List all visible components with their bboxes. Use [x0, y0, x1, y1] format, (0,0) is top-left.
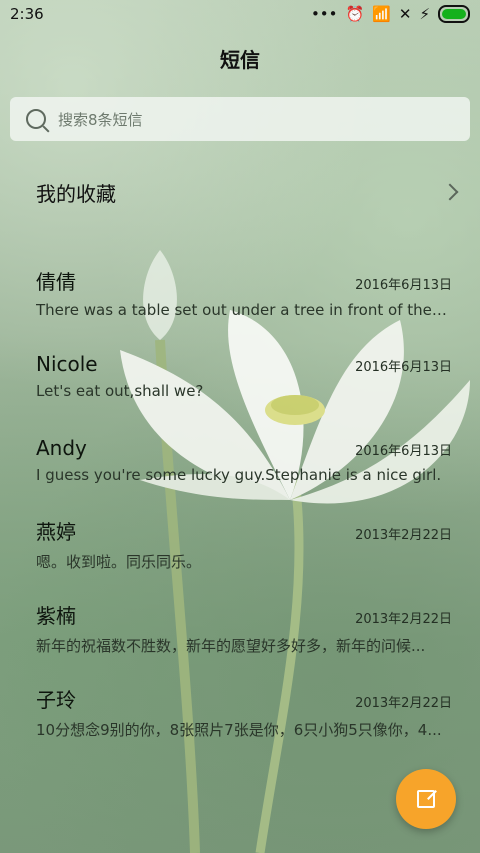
status-time: 2:36: [10, 5, 44, 23]
compose-icon: [417, 790, 435, 808]
conversation-date: 2016年6月13日: [355, 277, 452, 293]
favorites-label: 我的收藏: [36, 181, 116, 206]
page-title: 短信: [220, 48, 260, 72]
more-icon: •••: [310, 5, 338, 23]
conversation-date: 2013年2月22日: [355, 612, 452, 627]
search-placeholder: 搜索8条短信: [58, 110, 143, 129]
search-icon: [26, 109, 46, 129]
conversation-preview: 新年的祝福数不胜数，新年的愿望好多好多，新年的问候...: [36, 637, 426, 655]
conversation-date: 2016年6月13日: [355, 360, 452, 375]
conversation-name: 子玲: [36, 688, 76, 712]
conversation-date: 2016年6月13日: [355, 444, 452, 459]
conversation-name: 紫楠: [36, 604, 76, 628]
close-icon: ✕: [398, 5, 412, 23]
conversation-preview: Let's eat out,shall we?: [36, 382, 204, 400]
conversation-preview: 10分想念9别的你，8张照片7张是你，6只小狗5只像你，4...: [36, 721, 442, 739]
conversation-preview: I guess you're some lucky guy.Stephanie …: [36, 466, 442, 484]
conversation-item[interactable]: 燕婷 2013年2月22日 嗯。收到啦。同乐同乐。: [0, 502, 480, 586]
status-icons: ••• ⏰ 📶 ✕ ⚡: [311, 5, 470, 23]
conversation-date: 2013年2月22日: [355, 528, 452, 543]
compose-button[interactable]: [396, 769, 456, 829]
conversation-preview: There was a table set out under a tree i…: [36, 300, 450, 319]
conversation-name: 燕婷: [36, 520, 76, 544]
wifi-icon: 📶: [372, 5, 391, 23]
charging-icon: ⚡: [419, 5, 430, 23]
search-bar[interactable]: 搜索8条短信: [10, 97, 470, 141]
conversation-item[interactable]: Nicole 2016年6月13日 Let's eat out,shall we…: [0, 334, 480, 418]
chevron-right-icon: [441, 183, 459, 201]
conversation-item[interactable]: 子玲 2013年2月22日 10分想念9别的你，8张照片7张是你，6只小狗5只像…: [0, 670, 480, 754]
conversation-preview: 嗯。收到啦。同乐同乐。: [36, 553, 202, 571]
conversation-name: 倩倩: [36, 269, 76, 294]
conversation-name: Andy: [36, 436, 87, 460]
conversation-list: 倩倩 2016年6月13日 There was a table set out …: [0, 250, 480, 754]
conversation-item[interactable]: 倩倩 2016年6月13日 There was a table set out …: [0, 250, 480, 334]
status-bar: 2:36 ••• ⏰ 📶 ✕ ⚡: [0, 0, 480, 28]
conversation-date: 2013年2月22日: [355, 696, 452, 711]
conversation-name: Nicole: [36, 352, 98, 376]
alarm-icon: ⏰: [345, 5, 365, 23]
conversation-item[interactable]: Andy 2016年6月13日 I guess you're some luck…: [0, 418, 480, 502]
battery-icon: [438, 5, 470, 23]
favorites-row[interactable]: 我的收藏: [36, 170, 459, 214]
conversation-item[interactable]: 紫楠 2013年2月22日 新年的祝福数不胜数，新年的愿望好多好多，新年的问候.…: [0, 586, 480, 670]
